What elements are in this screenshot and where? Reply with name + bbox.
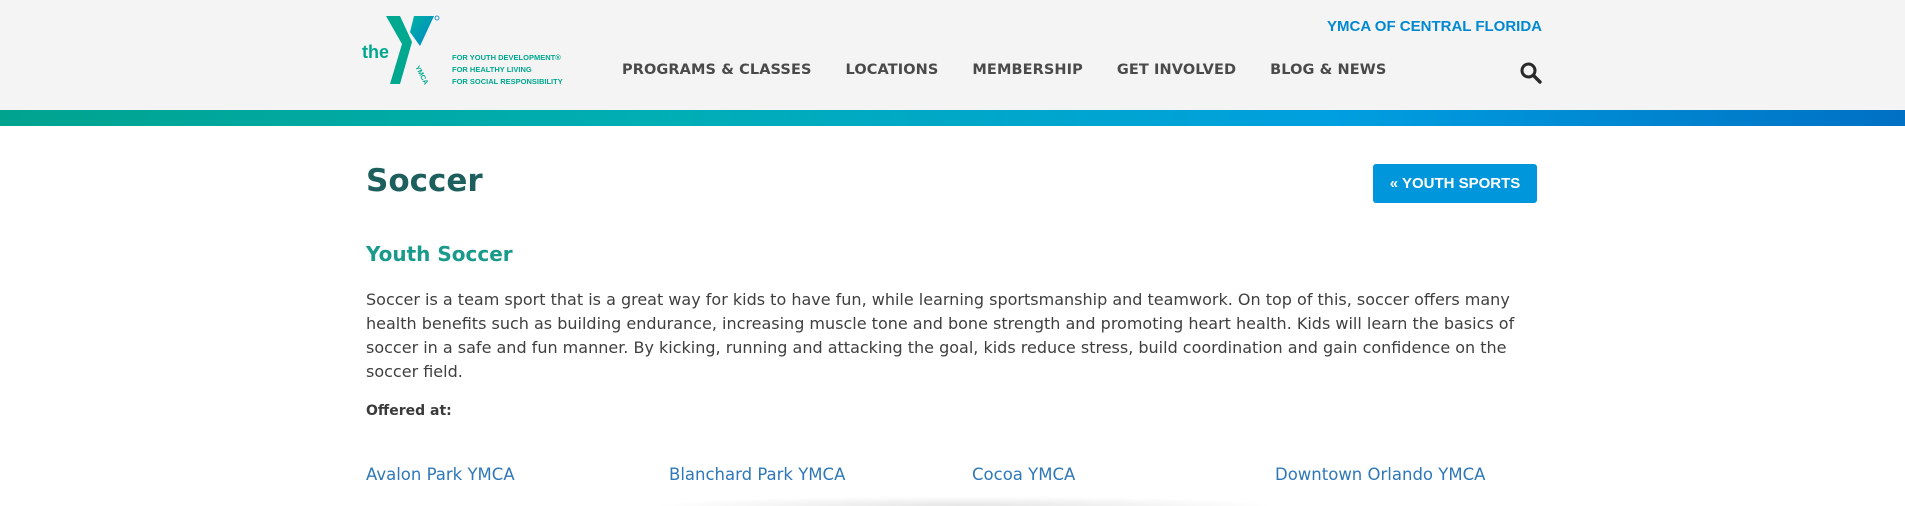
nav-item-membership[interactable]: MEMBERSHIP bbox=[972, 62, 1083, 78]
location-link-avalon-park[interactable]: Avalon Park YMCA bbox=[366, 465, 515, 484]
logo-word-the: the bbox=[362, 42, 389, 62]
location-link-downtown-orlando[interactable]: Downtown Orlando YMCA bbox=[1275, 465, 1485, 484]
header-gradient-bar bbox=[0, 110, 1905, 126]
logo-ymca-label: YMCA bbox=[413, 65, 429, 86]
search-icon bbox=[1520, 62, 1542, 84]
nav-item-locations[interactable]: LOCATIONS bbox=[846, 62, 939, 78]
org-link-central-florida[interactable]: YMCA OF CENTRAL FLORIDA bbox=[1327, 18, 1542, 35]
nav-item-blog-news[interactable]: BLOG & NEWS bbox=[1270, 62, 1386, 78]
section-title: Youth Soccer bbox=[366, 242, 513, 266]
page-title: Soccer bbox=[366, 163, 483, 199]
location-link-blanchard-park[interactable]: Blanchard Park YMCA bbox=[669, 465, 845, 484]
bottom-shadow bbox=[650, 496, 1280, 506]
search-button[interactable] bbox=[1519, 61, 1543, 85]
tagline-line: FOR YOUTH DEVELOPMENT® bbox=[452, 53, 561, 62]
ymca-logo[interactable]: the YMCA FOR YOUTH DEVELOPMENT® FOR HEAL… bbox=[362, 12, 572, 92]
program-description: Soccer is a team sport that is a great w… bbox=[366, 290, 1515, 381]
location-link-cocoa[interactable]: Cocoa YMCA bbox=[972, 465, 1075, 484]
nav-item-get-involved[interactable]: GET INVOLVED bbox=[1117, 62, 1236, 78]
main-nav: PROGRAMS & CLASSES LOCATIONS MEMBERSHIP … bbox=[622, 62, 1386, 78]
offered-at-label: Offered at: bbox=[366, 403, 452, 419]
logo-tagline: FOR YOUTH DEVELOPMENT® FOR HEALTHY LIVIN… bbox=[452, 52, 563, 88]
ymca-y-logo-icon: the YMCA bbox=[362, 15, 440, 86]
youth-sports-back-button[interactable]: « YOUTH SPORTS bbox=[1373, 164, 1537, 203]
site-header: the YMCA FOR YOUTH DEVELOPMENT® FOR HEAL… bbox=[0, 0, 1905, 110]
tagline-line: FOR SOCIAL RESPONSIBILITY bbox=[452, 77, 563, 86]
tagline-line: FOR HEALTHY LIVING bbox=[452, 65, 532, 74]
nav-item-programs-classes[interactable]: PROGRAMS & CLASSES bbox=[622, 62, 812, 78]
